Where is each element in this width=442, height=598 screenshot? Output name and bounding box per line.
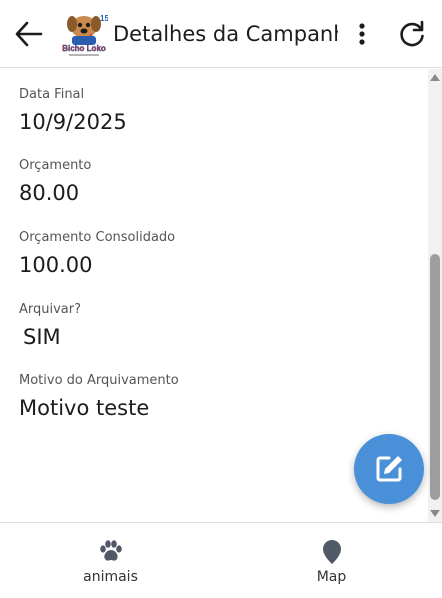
field-value: 80.00 (19, 181, 80, 205)
back-button[interactable] (14, 20, 44, 48)
page-title: Detalhes da Campanha (113, 22, 338, 46)
field-orcamento-consolidado: Orçamento Consolidado 100.00 (19, 230, 175, 280)
field-value: SIM (23, 325, 61, 349)
app-bar: Bicho Loko 15 Detalhes da Campanha (0, 0, 442, 68)
nav-item-map[interactable]: Map (221, 523, 442, 598)
field-label: Data Final (19, 87, 85, 102)
refresh-button[interactable] (396, 18, 428, 50)
vertical-scrollbar[interactable] (428, 69, 442, 522)
app-logo: Bicho Loko 15 (60, 10, 109, 60)
refresh-icon (400, 20, 424, 47)
field-motivo-arquivamento: Motivo do Arquivamento Motivo teste (19, 373, 179, 423)
bottom-navigation: animais Map (0, 522, 442, 597)
field-arquivar: Arquivar? SIM (19, 302, 81, 352)
arrow-left-icon (15, 21, 43, 47)
field-orcamento: Orçamento 80.00 (19, 158, 91, 208)
field-value: Motivo teste (19, 396, 150, 420)
field-label: Orçamento Consolidado (19, 230, 176, 245)
more-options-button[interactable] (352, 20, 372, 48)
field-label: Motivo do Arquivamento (19, 373, 179, 388)
field-label: Orçamento (19, 158, 92, 173)
dots-vertical-icon (359, 23, 365, 45)
field-value: 100.00 (19, 253, 93, 277)
nav-label: Map (316, 569, 347, 585)
field-label: Arquivar? (19, 302, 82, 317)
field-value: 10/9/2025 (19, 110, 127, 134)
map-marker-icon (322, 540, 341, 564)
edit-icon (376, 456, 402, 482)
paw-icon (99, 540, 122, 561)
scroll-down-arrow[interactable] (430, 510, 440, 517)
nav-item-animais[interactable]: animais (0, 523, 221, 598)
nav-label: animais (83, 569, 138, 585)
scroll-thumb[interactable] (430, 254, 440, 500)
svg-text:15: 15 (100, 14, 108, 23)
field-data-final: Data Final 10/9/2025 (19, 87, 127, 137)
svg-text:Bicho Loko: Bicho Loko (62, 44, 106, 53)
scroll-up-arrow[interactable] (430, 74, 440, 81)
edit-fab-button[interactable] (354, 434, 424, 504)
